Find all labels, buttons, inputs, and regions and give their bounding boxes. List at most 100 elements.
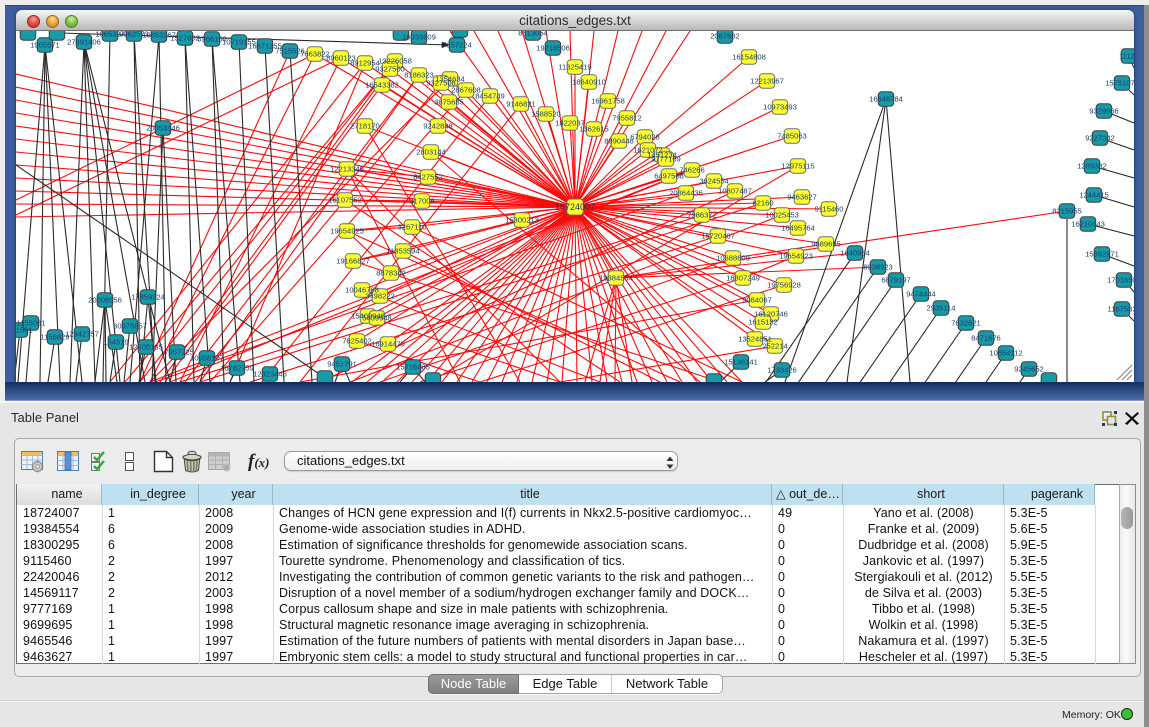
svg-text:1167533: 1167533 <box>1108 305 1135 314</box>
svg-text:1640954: 1640954 <box>840 249 870 258</box>
svg-text:16961758: 16961758 <box>591 97 625 106</box>
svg-text:1362615: 1362615 <box>579 125 609 134</box>
svg-text:16543382: 16543382 <box>365 81 399 90</box>
svg-text:11353594: 11353594 <box>386 247 419 256</box>
svg-text:16648784: 16648784 <box>869 95 903 104</box>
svg-text:7357224: 7357224 <box>442 41 472 50</box>
svg-text:10973493: 10973493 <box>763 103 797 112</box>
svg-text:10025453: 10025453 <box>765 211 799 220</box>
svg-text:10654112: 10654112 <box>989 349 1022 358</box>
svg-text:8878342: 8878342 <box>376 269 406 278</box>
svg-text:8427552: 8427552 <box>413 173 443 182</box>
svg-text:12942757: 12942757 <box>65 330 99 339</box>
svg-text:2718170: 2718170 <box>350 122 380 131</box>
svg-text:7625402: 7625402 <box>342 337 372 346</box>
svg-text:27691406: 27691406 <box>67 38 101 47</box>
svg-text:20364436: 20364436 <box>669 189 703 198</box>
svg-text:12923446: 12923446 <box>253 370 287 379</box>
svg-text:1615132: 1615132 <box>748 318 778 327</box>
svg-text:12975115: 12975115 <box>781 162 814 171</box>
svg-text:16495764: 16495764 <box>781 224 815 233</box>
svg-text:16154808: 16154808 <box>732 53 766 62</box>
svg-text:10807487: 10807487 <box>718 187 752 196</box>
svg-text:17016504: 17016504 <box>1107 276 1134 285</box>
svg-text:19166827: 19166827 <box>336 257 370 266</box>
svg-text:10688609: 10688609 <box>716 254 750 263</box>
svg-text:15692971: 15692971 <box>1085 250 1119 259</box>
svg-text:9084067: 9084067 <box>742 296 772 305</box>
svg-text:9329966: 9329966 <box>1089 107 1119 116</box>
svg-text:11325419: 11325419 <box>558 63 591 72</box>
svg-text:8813054: 8813054 <box>518 31 548 38</box>
svg-text:19218506: 19218506 <box>536 44 570 53</box>
svg-text:8471676: 8471676 <box>971 334 1001 343</box>
svg-text:9777169: 9777169 <box>651 155 681 164</box>
svg-text:5409948: 5409948 <box>362 314 392 323</box>
svg-text:7955812: 7955812 <box>612 114 642 123</box>
svg-text:30975857: 30975857 <box>113 322 147 331</box>
svg-text:3624554: 3624554 <box>699 177 729 186</box>
svg-text:15751074: 15751074 <box>1105 79 1134 88</box>
svg-text:9457791: 9457791 <box>327 360 357 369</box>
svg-text:2935114: 2935114 <box>927 304 956 313</box>
svg-text:15300213: 15300213 <box>505 216 539 225</box>
svg-text:1588520: 1588520 <box>531 110 561 119</box>
svg-text:11123: 11123 <box>1119 52 1134 61</box>
svg-text:252214: 252214 <box>762 342 787 351</box>
svg-text:1244415: 1244415 <box>1079 191 1109 200</box>
svg-text:6879197: 6879197 <box>881 276 911 285</box>
svg-text:9146821: 9146821 <box>506 100 536 109</box>
svg-text:9474444: 9474444 <box>906 290 936 299</box>
svg-text:9463627: 9463627 <box>787 193 817 202</box>
svg-text:6794028: 6794028 <box>630 133 660 142</box>
svg-text:3498222: 3498222 <box>365 292 395 301</box>
svg-text:19756928: 19756928 <box>767 281 801 290</box>
svg-text:18724007: 18724007 <box>555 202 595 212</box>
svg-text:1209382: 1209382 <box>1077 162 1107 171</box>
svg-text:1905571: 1905571 <box>30 41 60 50</box>
svg-text:12213967: 12213967 <box>750 77 784 86</box>
svg-text:20053346: 20053346 <box>146 124 180 133</box>
svg-text:9227342: 9227342 <box>1085 134 1115 143</box>
svg-text:10958107: 10958107 <box>190 354 224 363</box>
svg-text:15716485: 15716485 <box>396 363 430 372</box>
svg-text:62160: 62160 <box>752 199 773 208</box>
svg-text:3267110: 3267110 <box>398 223 427 232</box>
svg-text:12213349: 12213349 <box>330 165 364 174</box>
svg-text:19654923: 19654923 <box>779 252 813 261</box>
svg-text:17859924: 17859924 <box>131 293 165 302</box>
svg-text:15720407: 15720407 <box>701 232 735 241</box>
svg-text:8454749: 8454749 <box>475 92 505 101</box>
svg-text:20206556: 20206556 <box>88 296 122 305</box>
svg-text:3875685: 3875685 <box>434 98 464 107</box>
svg-text:1733426: 1733426 <box>767 366 797 375</box>
svg-text:8938923: 8938923 <box>863 263 893 272</box>
svg-text:7986372: 7986372 <box>687 211 717 220</box>
svg-text:2803144: 2803144 <box>416 148 446 157</box>
svg-text:16914479: 16914479 <box>371 340 405 349</box>
svg-text:7632621: 7632621 <box>951 319 981 328</box>
svg-text:1527602: 1527602 <box>170 34 200 43</box>
svg-text:154519: 154519 <box>103 338 128 347</box>
svg-text:8215955: 8215955 <box>1052 207 1082 216</box>
svg-text:18640910: 18640910 <box>572 78 606 87</box>
svg-text:7485063: 7485063 <box>777 132 807 141</box>
svg-text:746266: 746266 <box>679 166 704 175</box>
svg-text:17957225: 17957225 <box>160 348 194 357</box>
svg-text:19654925: 19654925 <box>330 227 364 236</box>
svg-text:18807249: 18807249 <box>726 274 760 283</box>
svg-text:15136141: 15136141 <box>724 358 758 367</box>
svg-text:9245652: 9245652 <box>1014 365 1044 374</box>
svg-text:16033809: 16033809 <box>402 33 436 42</box>
svg-text:9689695: 9689695 <box>811 240 841 249</box>
svg-text:16210643: 16210643 <box>1071 220 1105 229</box>
svg-text:9327500: 9327500 <box>375 65 405 74</box>
svg-text:16782759: 16782759 <box>220 364 254 373</box>
svg-text:9115460: 9115460 <box>815 205 844 214</box>
svg-text:19384554: 19384554 <box>599 274 633 283</box>
svg-text:1155061: 1155061 <box>17 319 46 328</box>
svg-text:9242848: 9242848 <box>423 122 453 131</box>
svg-text:16107552: 16107552 <box>328 196 362 205</box>
svg-text:317006: 317006 <box>409 197 434 206</box>
svg-text:2087682: 2087682 <box>710 32 740 41</box>
